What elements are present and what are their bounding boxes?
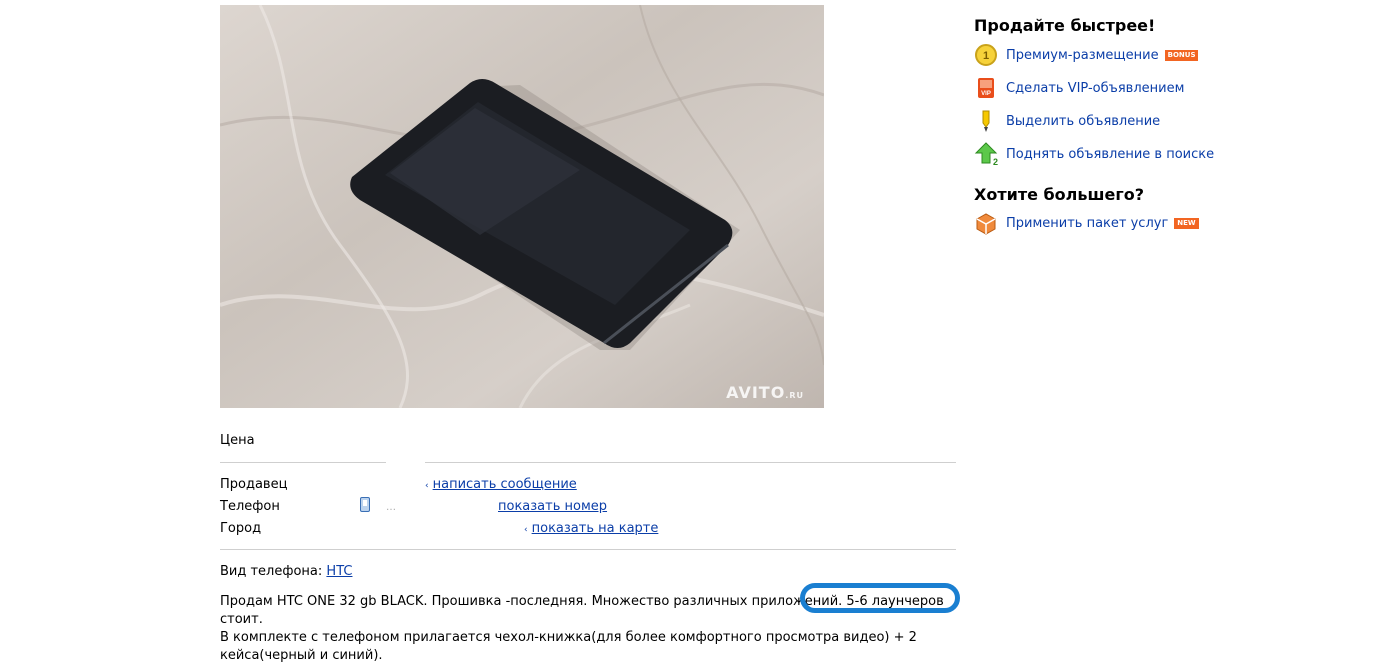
svg-text:VIP: VIP <box>981 91 991 97</box>
show-on-map-link[interactable]: ‹ показать на карте <box>524 521 658 536</box>
phone-value: … <box>386 502 396 513</box>
description-line-3: кейса(черный и синий). <box>220 648 383 663</box>
lift-ad-item[interactable]: 2 Поднять объявление в поиске <box>974 142 1214 167</box>
sell-faster-title: Продайте быстрее! <box>974 16 1156 35</box>
seller-label: Продавец <box>220 477 288 492</box>
highlight-ad-item[interactable]: Выделить объявление <box>974 109 1160 133</box>
write-message-link[interactable]: ‹ написать сообщение <box>425 477 577 492</box>
package-icon <box>974 211 998 235</box>
marker-icon <box>974 109 998 133</box>
show-number-link[interactable]: показать номер <box>498 499 607 514</box>
listing-photo[interactable]: AVITO.RU <box>220 5 824 408</box>
premium-placement-link[interactable]: Премиум-размещение <box>1006 48 1159 63</box>
price-label: Цена <box>220 433 255 448</box>
svg-text:2: 2 <box>993 157 998 166</box>
arrow-up-icon: 2 <box>974 142 998 167</box>
vip-item[interactable]: VIP Сделать VIP-объявлением <box>974 76 1184 100</box>
chevron-left-icon: ‹ <box>524 525 528 535</box>
phone-type-link[interactable]: HTC <box>326 564 352 579</box>
service-package-link[interactable]: Применить пакет услуг <box>1006 216 1168 231</box>
mobile-phone-icon <box>360 497 370 512</box>
lift-ad-link[interactable]: Поднять объявление в поиске <box>1006 147 1214 162</box>
bonus-badge: BONUS <box>1164 49 1199 61</box>
vip-icon: VIP <box>974 76 998 100</box>
divider-bottom <box>220 549 956 550</box>
phone-photo-illustration <box>220 5 824 408</box>
description-line-2: В комплекте с телефоном прилагается чехо… <box>220 630 917 645</box>
new-badge: NEW <box>1174 217 1199 229</box>
city-label: Город <box>220 521 262 536</box>
chevron-left-icon: ‹ <box>425 481 429 491</box>
want-more-title: Хотите большего? <box>974 185 1144 204</box>
phone-label: Телефон <box>220 499 280 514</box>
highlight-circle <box>800 583 960 613</box>
service-package-item[interactable]: Применить пакет услуг NEW <box>974 211 1199 235</box>
premium-placement-item[interactable]: 1 Премиум-размещение BONUS <box>974 43 1199 67</box>
phone-type-label: Вид телефона: <box>220 564 323 579</box>
avito-watermark: AVITO.RU <box>726 383 804 402</box>
divider-left <box>220 462 386 463</box>
coin-icon: 1 <box>974 43 998 67</box>
divider-right <box>425 462 956 463</box>
svg-text:1: 1 <box>983 50 989 62</box>
highlight-ad-link[interactable]: Выделить объявление <box>1006 114 1160 129</box>
phone-type-row: Вид телефона: HTC <box>220 564 352 579</box>
vip-link[interactable]: Сделать VIP-объявлением <box>1006 81 1184 96</box>
